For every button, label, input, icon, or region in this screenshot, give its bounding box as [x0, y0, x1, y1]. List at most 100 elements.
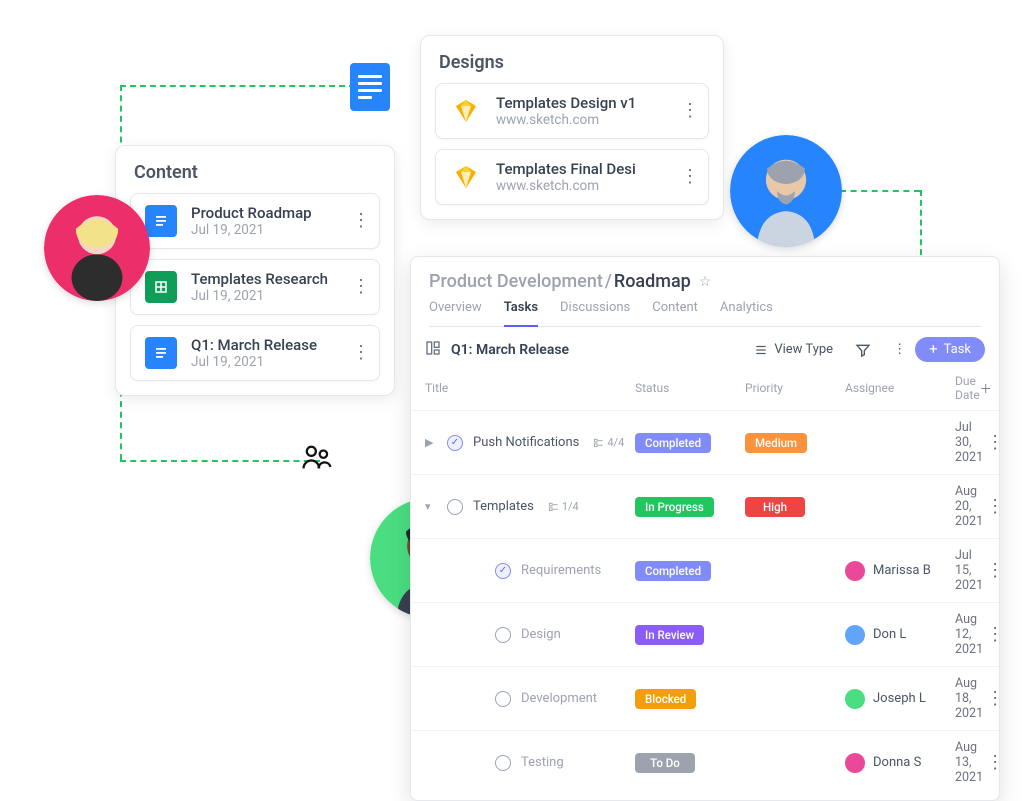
task-row[interactable]: DesignIn ReviewDon LAug 12, 2021 [411, 602, 999, 666]
add-column-button[interactable]: ＋ [980, 380, 1000, 397]
row-more-button[interactable] [983, 760, 1007, 766]
task-row[interactable]: Requirements Completed Marissa B Jul 15, 20… [411, 538, 999, 602]
row-more-button[interactable] [983, 632, 1007, 638]
task-title: Testing [521, 755, 564, 770]
task-row[interactable]: ▾ Templates 1/4 In Progress High Aug 20, 2021 [411, 474, 999, 538]
avatar [730, 135, 842, 247]
toolbar: Q1: March Release View Type + Task [411, 327, 999, 372]
item-title: Templates Design v1 [496, 94, 664, 112]
priority-pill[interactable]: Medium [745, 433, 807, 453]
design-item[interactable]: Templates Final Desi www.sketch.com [435, 149, 709, 205]
due-date: Aug 18, 2021 [955, 676, 983, 721]
connector [840, 190, 920, 192]
priority-pill[interactable]: High [745, 497, 805, 517]
tab-discussions[interactable]: Discussions [560, 300, 630, 326]
item-subtitle: www.sketch.com [496, 112, 664, 128]
task-status-circle[interactable] [495, 755, 511, 771]
item-more-button[interactable] [678, 174, 702, 180]
tab-content[interactable]: Content [652, 300, 698, 326]
assignee-name: Donna S [873, 755, 921, 770]
content-item[interactable]: Product Roadmap Jul 19, 2021 [130, 193, 380, 249]
task-row[interactable]: ▶Push Notifications4/4CompletedMediumJul… [411, 410, 999, 474]
task-title: Design [521, 627, 561, 642]
favorite-star-icon[interactable]: ☆ [699, 274, 712, 290]
subtask-count: 4/4 [593, 436, 624, 449]
item-subtitle: Jul 19, 2021 [191, 222, 335, 238]
due-date: Aug 13, 2021 [955, 740, 983, 785]
tab-tasks[interactable]: Tasks [504, 300, 538, 327]
status-pill[interactable]: In Review [635, 625, 704, 645]
item-subtitle: Jul 19, 2021 [191, 354, 335, 370]
view-type-button[interactable]: View Type [748, 338, 839, 361]
status-pill[interactable]: Completed [635, 433, 711, 453]
task-row[interactable]: Testing To Do Donna S Aug 13, 2021 [411, 730, 999, 794]
task-title: Development [521, 691, 597, 706]
table-header: Title Status Priority Assignee Due Date … [411, 372, 999, 410]
item-more-button[interactable] [349, 284, 373, 290]
col-title: Title [425, 381, 635, 395]
task-status-circle[interactable] [447, 499, 463, 515]
row-more-button[interactable] [983, 504, 1007, 510]
status-pill[interactable]: In Progress [635, 497, 714, 517]
col-priority: Priority [745, 381, 845, 395]
item-more-button[interactable] [349, 350, 373, 356]
breadcrumb: Product Development / Roadmap ☆ [429, 271, 981, 292]
designs-card: Designs Templates Design v1 www.sketch.c… [420, 35, 724, 220]
avatar [44, 195, 150, 301]
assignee-name: Don L [873, 627, 906, 642]
task-status-circle[interactable] [495, 627, 511, 643]
breadcrumb-parent[interactable]: Product Development [429, 271, 603, 292]
new-task-button[interactable]: + Task [915, 337, 985, 362]
item-more-button[interactable] [678, 108, 702, 114]
status-pill[interactable]: Blocked [635, 689, 696, 709]
item-title: Q1: March Release [191, 336, 335, 354]
task-row[interactable]: Development Blocked Joseph L Aug 18, 2021 [411, 666, 999, 730]
due-date: Jul 15, 2021 [955, 548, 983, 593]
assignee-name: Marissa B [873, 563, 931, 578]
sketch-file-icon [450, 95, 482, 127]
col-assignee: Assignee [845, 381, 955, 395]
task-status-circle[interactable] [495, 691, 511, 707]
design-item[interactable]: Templates Design v1 www.sketch.com [435, 83, 709, 139]
content-item[interactable]: Templates Research Jul 19, 2021 [130, 259, 380, 315]
status-pill[interactable]: Completed [635, 561, 711, 581]
row-more-button[interactable] [983, 696, 1007, 702]
col-due: Due Date [955, 374, 980, 402]
assignee-avatar [845, 689, 865, 709]
plus-icon: + [929, 342, 938, 357]
people-icon [300, 440, 334, 481]
row-more-button[interactable] [983, 440, 1007, 446]
subtask-count: 1/4 [548, 500, 579, 513]
assignee-avatar [845, 561, 865, 581]
item-title: Templates Research [191, 270, 335, 288]
more-button[interactable] [887, 343, 905, 357]
content-item[interactable]: Q1: March Release Jul 19, 2021 [130, 325, 380, 381]
task-status-circle[interactable] [447, 435, 463, 451]
layout-icon[interactable] [425, 340, 441, 360]
connector [120, 85, 355, 87]
chevron-down-icon[interactable]: ▾ [425, 500, 437, 513]
roadmap-panel: Product Development / Roadmap ☆ Overview… [410, 256, 1000, 801]
col-status: Status [635, 381, 745, 395]
chevron-right-icon[interactable]: ▶ [425, 436, 437, 449]
row-more-button[interactable] [983, 568, 1007, 574]
doc-file-icon [145, 205, 177, 237]
designs-card-title: Designs [421, 36, 723, 83]
filter-button[interactable] [849, 338, 877, 362]
doc-file-icon [145, 337, 177, 369]
task-title: Push Notifications [473, 435, 579, 450]
tab-overview[interactable]: Overview [429, 300, 482, 326]
assignee-avatar [845, 753, 865, 773]
assignee-name: Joseph L [873, 691, 926, 706]
status-pill[interactable]: To Do [635, 753, 695, 773]
connector [920, 190, 922, 265]
due-date: Aug 20, 2021 [955, 484, 983, 529]
tab-analytics[interactable]: Analytics [720, 300, 773, 326]
assignee-avatar [845, 625, 865, 645]
task-title: Templates [473, 499, 534, 514]
task-status-circle[interactable] [495, 563, 511, 579]
document-icon [350, 63, 390, 111]
item-title: Product Roadmap [191, 204, 335, 222]
item-more-button[interactable] [349, 218, 373, 224]
task-title: Requirements [521, 563, 601, 578]
